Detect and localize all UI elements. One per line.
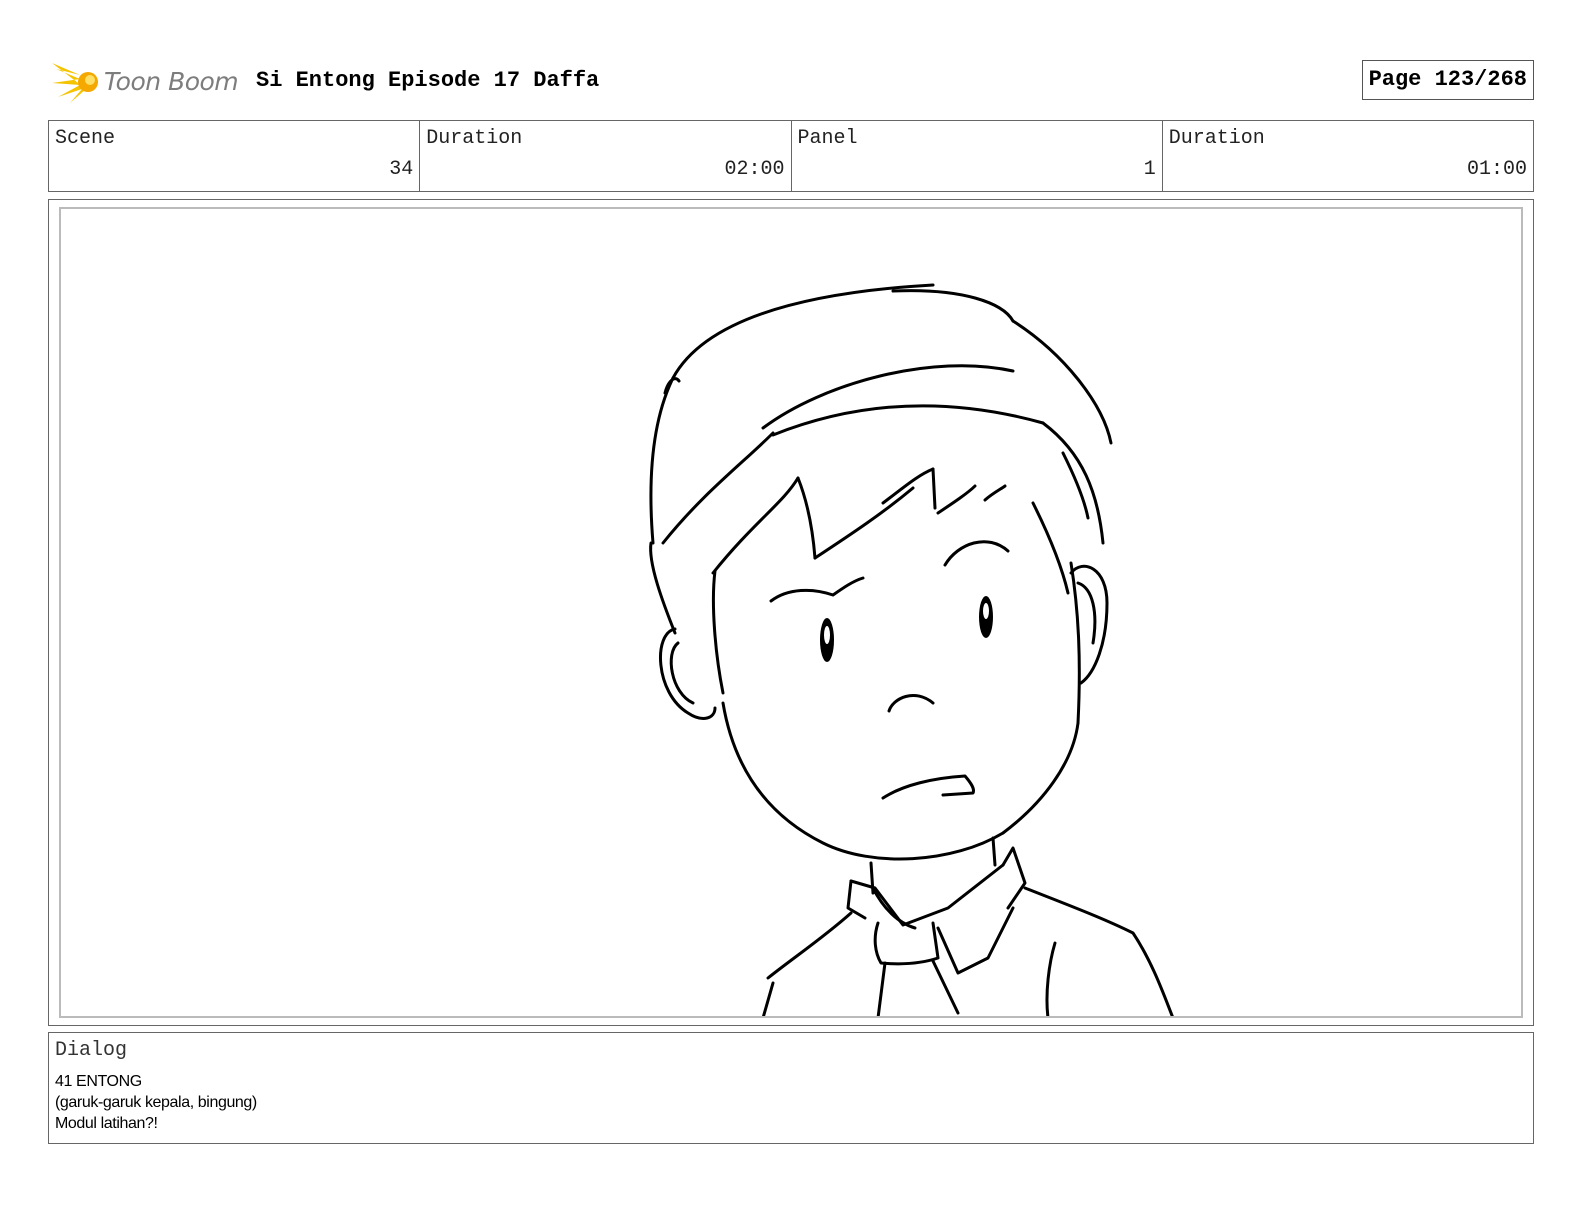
panel-duration-cell: Duration 01:00 — [1163, 121, 1533, 191]
starburst-icon — [52, 63, 98, 103]
dialog-line-speech: Modul latihan?! — [55, 1115, 158, 1132]
scene-duration-value: 02:00 — [724, 158, 785, 181]
panel-duration-value: 01:00 — [1466, 158, 1527, 181]
panel-value: 1 — [1143, 158, 1156, 181]
panel-duration-label: Duration — [1168, 127, 1265, 150]
scene-label: Scene — [55, 127, 116, 150]
document-title: Si Entong Episode 17 Daffa — [256, 68, 600, 93]
panel-drawing-area — [59, 207, 1523, 1018]
page-number: Page 123/268 — [1361, 60, 1534, 100]
dialog-box: Dialog 41 ENTONG (garuk-garuk kepala, bi… — [48, 1032, 1534, 1144]
dialog-lines: 41 ENTONG (garuk-garuk kepala, bingung) … — [55, 1071, 257, 1134]
logo-text: Toon Boom — [104, 67, 239, 96]
panel-cell: Panel 1 — [792, 121, 1163, 191]
scene-duration-label: Duration — [426, 127, 523, 150]
dialog-line-action: (garuk-garuk kepala, bingung) — [55, 1094, 257, 1111]
dialog-line-character: 41 ENTONG — [55, 1073, 142, 1090]
dialog-label: Dialog — [55, 1039, 128, 1062]
page-header: Toon Boom Si Entong Episode 17 Daffa Pag… — [50, 55, 1534, 107]
sketch-boy-face-icon — [649, 283, 1174, 1016]
scene-duration-cell: Duration 02:00 — [420, 121, 792, 191]
scene-info-row: Scene 34 Duration 02:00 Panel 1 Duration… — [48, 120, 1534, 192]
toon-boom-logo: Toon Boom — [50, 55, 240, 107]
scene-value: 34 — [389, 158, 414, 181]
storyboard-panel — [48, 199, 1534, 1026]
panel-label: Panel — [797, 127, 858, 150]
scene-cell: Scene 34 — [49, 121, 421, 191]
